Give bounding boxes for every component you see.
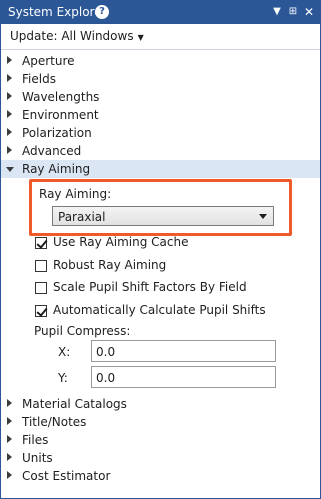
- expand-arrow-icon[interactable]: [7, 417, 12, 425]
- tree-item-label: Fields: [22, 72, 56, 86]
- tree-item-ray-aiming[interactable]: Ray Aiming: [1, 160, 320, 178]
- pin-icon[interactable]: ⊞: [285, 4, 301, 20]
- tree-item-label: Ray Aiming: [22, 162, 91, 176]
- tree-item-title-notes[interactable]: Title/Notes: [1, 413, 320, 431]
- system-explorer-window: System Explorer ? ▼ ⊞ ✕ Update: All Wind…: [0, 0, 321, 499]
- toolbar: Update: All Windows ▼: [1, 24, 320, 50]
- checkmark-icon: [36, 237, 48, 249]
- tree-item-label: Title/Notes: [22, 415, 87, 429]
- update-dropdown[interactable]: Update: All Windows ▼: [10, 29, 144, 43]
- tree-item-label: Advanced: [22, 144, 82, 158]
- field-value: 0.0: [96, 371, 116, 385]
- update-label: Update: All Windows: [10, 29, 134, 43]
- collapse-arrow-icon[interactable]: [6, 167, 14, 172]
- x-label: X:: [58, 345, 71, 359]
- tree-item-advanced[interactable]: Advanced: [1, 142, 320, 160]
- dropdown-menu-icon[interactable]: ▼: [269, 4, 285, 20]
- tree-item-files[interactable]: Files: [1, 431, 320, 449]
- tree-item-aperture[interactable]: Aperture: [1, 52, 320, 70]
- tree-item-label: Cost Estimator: [22, 469, 111, 483]
- pupil-compress-label: Pupil Compress:: [34, 324, 131, 338]
- use-ray-aiming-cache-checkbox[interactable]: [35, 237, 48, 249]
- highlight-box: [29, 179, 292, 236]
- expand-arrow-icon[interactable]: [7, 110, 12, 118]
- pupil-compress-y-field[interactable]: 0.0: [91, 366, 276, 388]
- tree-item-label: Files: [22, 433, 49, 447]
- expand-arrow-icon[interactable]: [7, 74, 12, 82]
- tree-item-label: Environment: [22, 108, 99, 122]
- window-title: System Explorer: [8, 5, 107, 19]
- tree-item-environment[interactable]: Environment: [1, 106, 320, 124]
- pupil-compress-x-field[interactable]: 0.0: [91, 340, 276, 362]
- auto-calc-pupil-shifts-checkbox[interactable]: [35, 305, 48, 317]
- checkmark-icon: [36, 305, 48, 317]
- checkbox-label: Use Ray Aiming Cache: [53, 235, 189, 249]
- chevron-down-icon: ▼: [137, 33, 144, 42]
- tree-item-label: Wavelengths: [22, 90, 100, 104]
- y-label: Y:: [58, 371, 68, 385]
- tree-item-label: Material Catalogs: [22, 397, 127, 411]
- checkbox-label: Robust Ray Aiming: [53, 258, 167, 272]
- field-value: 0.0: [96, 345, 116, 359]
- tree-item-units[interactable]: Units: [1, 449, 320, 467]
- expand-arrow-icon[interactable]: [7, 435, 12, 443]
- help-icon[interactable]: ?: [95, 5, 109, 19]
- expand-arrow-icon[interactable]: [7, 128, 12, 136]
- expand-arrow-icon[interactable]: [7, 92, 12, 100]
- expand-arrow-icon[interactable]: [7, 399, 12, 407]
- expand-arrow-icon[interactable]: [7, 453, 12, 461]
- expand-arrow-icon[interactable]: [7, 56, 12, 64]
- checkbox-label: Automatically Calculate Pupil Shifts: [53, 303, 266, 317]
- tree-item-wavelengths[interactable]: Wavelengths: [1, 88, 320, 106]
- robust-ray-aiming-checkbox[interactable]: [35, 260, 47, 272]
- tree-item-label: Units: [22, 451, 53, 465]
- tree-item-fields[interactable]: Fields: [1, 70, 320, 88]
- tree-item-label: Aperture: [22, 54, 75, 68]
- checkbox-label: Scale Pupil Shift Factors By Field: [53, 280, 247, 294]
- tree-item-material-catalogs[interactable]: Material Catalogs: [1, 395, 320, 413]
- close-icon[interactable]: ✕: [301, 4, 317, 20]
- expand-arrow-icon[interactable]: [7, 471, 12, 479]
- tree-item-label: Polarization: [22, 126, 92, 140]
- tree-item-cost-estimator[interactable]: Cost Estimator: [1, 467, 320, 485]
- scale-pupil-shift-checkbox[interactable]: [35, 282, 47, 294]
- title-bar: System Explorer ? ▼ ⊞ ✕: [1, 1, 320, 24]
- tree-item-polarization[interactable]: Polarization: [1, 124, 320, 142]
- expand-arrow-icon[interactable]: [7, 146, 12, 154]
